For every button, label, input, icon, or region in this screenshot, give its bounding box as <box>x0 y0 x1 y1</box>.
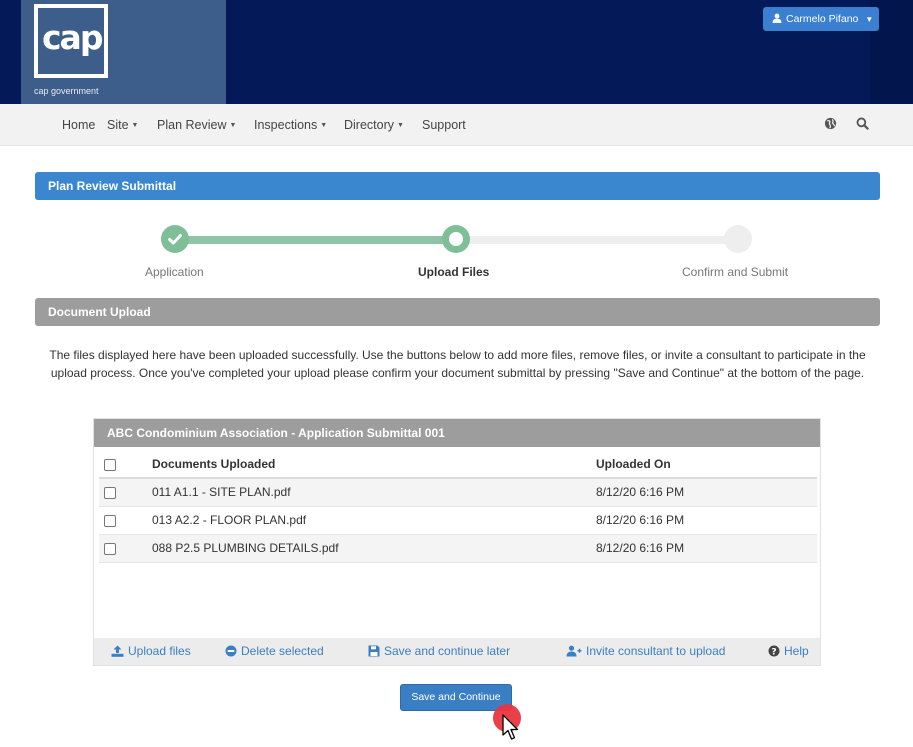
nav-item-plan-review[interactable]: Plan Review ▼ <box>157 118 236 132</box>
user-menu-button[interactable]: Carmelo Pifano ▼ <box>763 7 879 31</box>
invite-consultant-button[interactable]: Invite consultant to upload <box>566 644 725 658</box>
column-header-uploaded-on: Uploaded On <box>596 451 817 479</box>
save-continue-later-button[interactable]: Save and continue later <box>368 644 510 658</box>
panel-title: ABC Condominium Association - Applicatio… <box>94 419 820 447</box>
nav-item-label: Site <box>107 118 129 132</box>
select-all-cell <box>99 451 152 479</box>
panel-actions-bar: Upload files Delete selected Save and co… <box>94 638 820 665</box>
documents-table: Documents Uploaded Uploaded On 011 A1.1 … <box>99 451 817 563</box>
help-label: Help <box>784 644 809 658</box>
nav-item-support[interactable]: Support <box>422 118 466 132</box>
add-user-icon <box>566 645 582 657</box>
help-icon: ? <box>768 645 780 657</box>
uploaded-on: 8/12/20 6:16 PM <box>596 534 817 563</box>
nav-item-label: Directory <box>344 118 395 132</box>
select-all-checkbox[interactable] <box>104 458 116 471</box>
page-title: Plan Review Submittal <box>35 172 880 200</box>
row-checkbox[interactable] <box>104 487 116 500</box>
upload-files-button[interactable]: Upload files <box>111 644 191 658</box>
document-name: 011 A1.1 - SITE PLAN.pdf <box>152 478 596 507</box>
invite-consultant-label: Invite consultant to upload <box>586 644 726 658</box>
chevron-down-icon: ▼ <box>397 121 404 129</box>
brand-logo[interactable]: cap cap government <box>21 0 226 104</box>
svg-text:?: ? <box>771 647 776 657</box>
step-pending-dot <box>724 225 752 253</box>
chevron-down-icon: ▼ <box>865 14 874 24</box>
row-select-cell <box>99 506 152 535</box>
nav-item-label: Inspections <box>254 118 318 132</box>
save-continue-later-label: Save and continue later <box>384 644 511 658</box>
nav-item-label: Support <box>422 118 466 132</box>
section-title-document-upload: Document Upload <box>35 298 880 326</box>
search-icon[interactable] <box>856 117 869 133</box>
column-header-documents: Documents Uploaded <box>152 451 596 479</box>
nav-item-home[interactable]: Home <box>62 118 95 132</box>
step-label-application: Application <box>145 265 204 279</box>
documents-panel: ABC Condominium Association - Applicatio… <box>93 418 821 666</box>
logo-box: cap <box>34 4 108 78</box>
save-and-continue-button[interactable]: Save and Continue <box>400 684 512 711</box>
step-complete-dot <box>161 225 189 253</box>
document-name: 088 P2.5 PLUMBING DETAILS.pdf <box>152 534 596 563</box>
nav-item-site[interactable]: Site ▼ <box>107 118 138 132</box>
mouse-cursor-icon <box>502 714 519 740</box>
check-icon <box>168 234 182 245</box>
help-button[interactable]: ? Help <box>768 644 809 658</box>
user-name: Carmelo Pifano <box>786 13 859 25</box>
row-checkbox[interactable] <box>104 514 116 527</box>
chevron-down-icon: ▼ <box>320 121 328 129</box>
nav-item-inspections[interactable]: Inspections ▼ <box>254 118 327 132</box>
uploaded-on: 8/12/20 6:16 PM <box>596 506 817 535</box>
user-icon <box>772 13 782 26</box>
nav-item-label: Home <box>62 118 96 132</box>
nav-item-label: Plan Review <box>157 118 227 132</box>
nav-item-directory[interactable]: Directory ▼ <box>344 118 404 132</box>
step-current-dot <box>442 225 470 253</box>
table-header-row: Documents Uploaded Uploaded On <box>99 451 817 479</box>
minus-circle-icon <box>225 645 237 657</box>
delete-selected-label: Delete selected <box>241 644 324 658</box>
row-checkbox[interactable] <box>104 542 116 555</box>
row-select-cell <box>99 478 152 507</box>
step-label-upload-files: Upload Files <box>418 265 490 279</box>
row-select-cell <box>99 534 152 563</box>
stepper-track-complete <box>175 236 456 244</box>
upload-files-label: Upload files <box>128 644 191 658</box>
upload-icon <box>111 645 124 657</box>
delete-selected-button[interactable]: Delete selected <box>225 644 324 658</box>
save-icon <box>368 645 380 657</box>
upload-instructions: The files displayed here have been uploa… <box>49 348 866 380</box>
main-nav: Home Site ▼ Plan Review ▼ Inspections ▼ … <box>0 104 913 146</box>
logo-text: cap <box>42 18 103 57</box>
table-row: 011 A1.1 - SITE PLAN.pdf 8/12/20 6:16 PM <box>99 478 817 507</box>
stepper-track-pending <box>456 236 738 244</box>
step-label-confirm-submit: Confirm and Submit <box>682 265 789 279</box>
document-name: 013 A2.2 - FLOOR PLAN.pdf <box>152 506 596 535</box>
globe-icon[interactable] <box>824 117 837 133</box>
table-row: 088 P2.5 PLUMBING DETAILS.pdf 8/12/20 6:… <box>99 534 817 563</box>
table-row: 013 A2.2 - FLOOR PLAN.pdf 8/12/20 6:16 P… <box>99 506 817 535</box>
chevron-down-icon: ▼ <box>131 121 139 129</box>
logo-tagline: cap government <box>34 86 99 96</box>
uploaded-on: 8/12/20 6:16 PM <box>596 478 817 507</box>
chevron-down-icon: ▼ <box>229 121 237 129</box>
